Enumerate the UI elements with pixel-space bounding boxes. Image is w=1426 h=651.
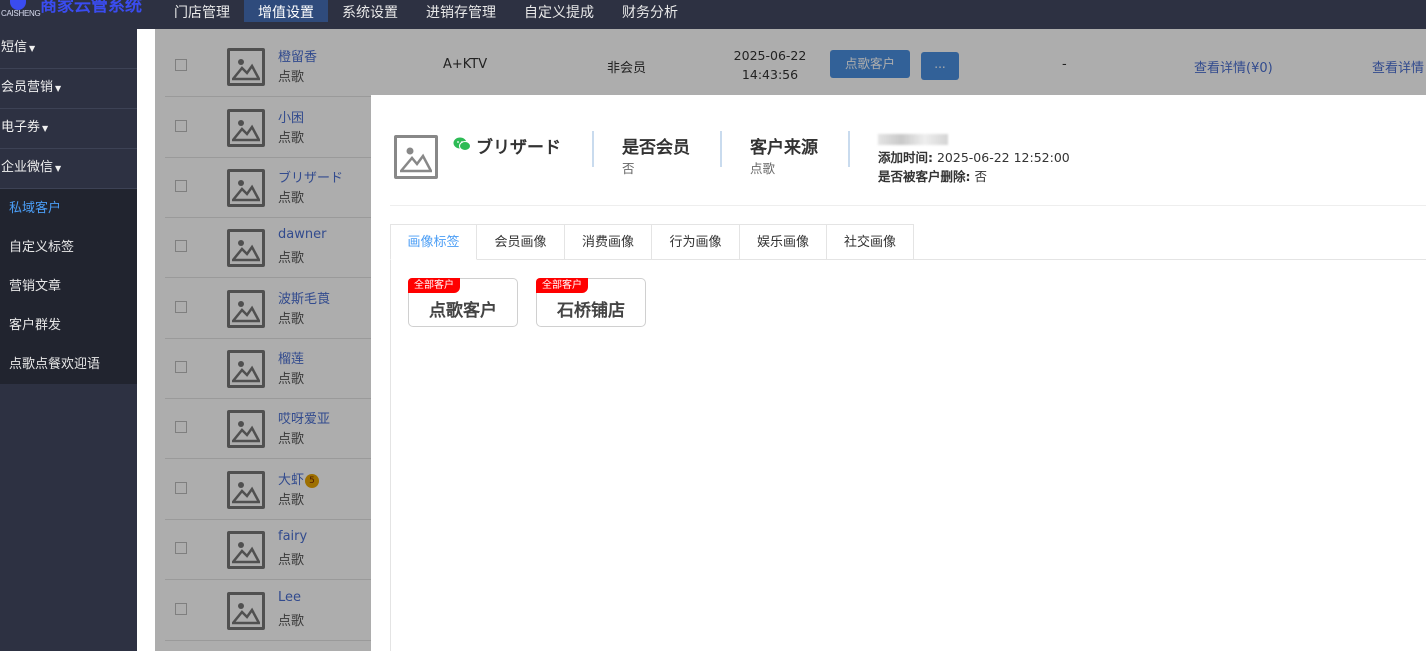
tab-profile-tags[interactable]: 画像标签	[390, 224, 477, 260]
divider	[720, 131, 722, 167]
sidebar-group-wecom[interactable]: 企业微信 ▼	[0, 149, 137, 189]
sidebar-item-mass-send[interactable]: 客户群发	[0, 306, 137, 345]
customer-avatar-placeholder-icon	[394, 135, 438, 179]
top-nav-bar: CAISHENG 商家云管系统 门店管理 增值设置 系统设置 进销存管理 自定义…	[0, 0, 1426, 29]
tag-chip: 全部客户 点歌客户	[408, 278, 518, 327]
caret-down-icon: ▼	[55, 84, 62, 93]
deleted-label: 是否被客户删除:	[878, 169, 971, 184]
header-divider	[390, 205, 1426, 206]
add-time-label: 添加时间:	[878, 150, 933, 165]
divider	[848, 131, 850, 167]
caret-down-icon: ▼	[29, 44, 36, 53]
caret-down-icon: ▼	[42, 124, 49, 133]
redacted-field	[878, 129, 1070, 148]
profile-tabs: 画像标签 会员画像 消费画像 行为画像 娱乐画像 社交画像	[390, 224, 1426, 260]
member-value: 否	[622, 161, 635, 176]
redacted-blur	[878, 134, 948, 145]
deleted-row: 是否被客户删除: 否	[878, 167, 1070, 186]
sidebar-group-member-marketing[interactable]: 会员营销 ▼	[0, 69, 137, 109]
nav-store[interactable]: 门店管理	[160, 0, 244, 22]
tag-category-flag: 全部客户	[536, 278, 588, 293]
tab-social-profile[interactable]: 社交画像	[827, 224, 914, 260]
sidebar-item-welcome-message[interactable]: 点歌点餐欢迎语	[0, 345, 137, 384]
sidebar-item-marketing-articles[interactable]: 营销文章	[0, 267, 137, 306]
tab-consumption-profile[interactable]: 消费画像	[565, 224, 652, 260]
source-value: 点歌	[750, 161, 776, 176]
tab-entertainment-profile[interactable]: 娱乐画像	[740, 224, 827, 260]
tag-category-flag: 全部客户	[408, 278, 460, 293]
sidebar-group-label: 电子券	[1, 120, 41, 135]
add-time-row: 添加时间: 2025-06-22 12:52:00	[878, 148, 1070, 167]
tag-label: 点歌客户	[429, 301, 497, 321]
add-time-value: 2025-06-22 12:52:00	[936, 150, 1070, 165]
sidebar: 短信 ▼ 会员营销 ▼ 电子券 ▼ 企业微信 ▼ 私域客户 自定义标签 营销文章 客户群…	[0, 29, 137, 651]
nav-system[interactable]: 系统设置	[328, 0, 412, 22]
sidebar-group-label: 会员营销	[1, 80, 54, 95]
logo-text: CAISHENG	[1, 9, 41, 18]
brand-name: 商家云管系统	[40, 0, 142, 16]
divider	[592, 131, 594, 167]
caret-down-icon: ▼	[55, 164, 62, 173]
content-gutter	[137, 29, 155, 651]
source-label: 客户来源	[750, 138, 818, 158]
nav-commission[interactable]: 自定义提成	[510, 0, 608, 22]
sidebar-group-label: 企业微信	[1, 160, 54, 175]
nav-inventory[interactable]: 进销存管理	[412, 0, 510, 22]
sidebar-group-coupons[interactable]: 电子券 ▼	[0, 109, 137, 149]
logo: CAISHENG	[0, 0, 41, 29]
nav-value-added[interactable]: 增值设置	[244, 0, 328, 22]
sidebar-submenu: 私域客户 自定义标签 营销文章 客户群发 点歌点餐欢迎语	[0, 189, 137, 384]
sidebar-group-sms[interactable]: 短信 ▼	[0, 29, 137, 69]
member-label: 是否会员	[622, 138, 690, 158]
customer-meta: 添加时间: 2025-06-22 12:52:00 是否被客户删除: 否	[878, 129, 1070, 186]
sidebar-item-private-customers[interactable]: 私域客户	[0, 189, 137, 228]
nav-finance[interactable]: 财务分析	[608, 0, 692, 22]
sidebar-item-custom-tags[interactable]: 自定义标签	[0, 228, 137, 267]
tag-label: 石桥铺店	[557, 301, 625, 321]
sidebar-group-label: 短信	[1, 40, 28, 55]
wechat-icon	[453, 137, 471, 155]
tab-member-profile[interactable]: 会员画像	[477, 224, 565, 260]
customer-detail-modal: ブリザード 是否会员 否 客户来源 点歌 添加时间: 2025-06-22 12…	[371, 95, 1426, 651]
tab-behavior-profile[interactable]: 行为画像	[652, 224, 740, 260]
deleted-value: 否	[974, 169, 987, 184]
tag-chip: 全部客户 石桥铺店	[536, 278, 646, 327]
customer-name: ブリザード	[476, 138, 561, 158]
